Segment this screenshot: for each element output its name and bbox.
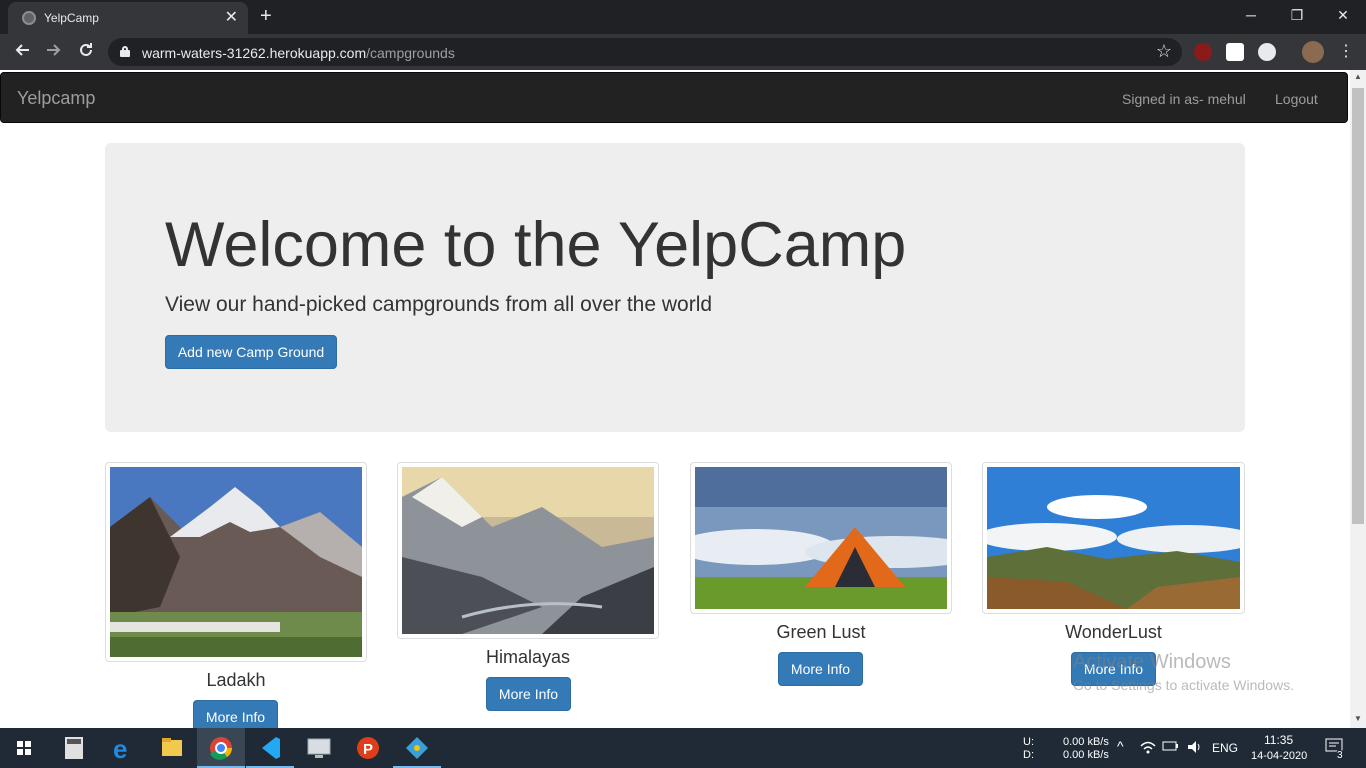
campground-thumbnail[interactable] xyxy=(397,462,659,639)
campground-name: Himalayas xyxy=(485,647,571,667)
more-info-button[interactable]: More Info xyxy=(193,700,278,728)
scrollbar-thumb[interactable] xyxy=(1352,88,1364,524)
page-subtitle: View our hand-picked campgrounds from al… xyxy=(165,293,713,316)
extension-icon[interactable] xyxy=(1226,43,1244,61)
tab-title: YelpCamp xyxy=(44,11,99,25)
url-text: warm-waters-31262.herokuapp.com/campgrou… xyxy=(142,45,455,61)
reload-icon[interactable] xyxy=(74,40,98,64)
campground-thumbnail[interactable] xyxy=(982,462,1245,614)
address-bar[interactable]: warm-waters-31262.herokuapp.com/campgrou… xyxy=(108,38,1182,66)
calculator-icon[interactable] xyxy=(50,728,98,768)
scroll-up-icon[interactable]: ▲ xyxy=(1354,72,1362,81)
postman-icon[interactable]: P xyxy=(344,728,392,768)
windows-taskbar: e P U: D: 0.00 kB/s 0.00 kB/s ^ ENG 11:3… xyxy=(0,728,1366,768)
campground-thumbnail[interactable] xyxy=(105,462,367,662)
chevron-up-icon[interactable]: ^ xyxy=(1117,738,1124,754)
ublock-extension-icon[interactable] xyxy=(1194,43,1212,61)
remote-desktop-icon[interactable] xyxy=(295,728,343,768)
clock-date[interactable]: 14-04-2020 xyxy=(1251,750,1307,762)
page-title: Welcome to the YelpCamp xyxy=(165,210,907,280)
clock-time[interactable]: 11:35 xyxy=(1264,733,1293,747)
svg-text:P: P xyxy=(363,741,373,758)
restore-button[interactable]: ❐ xyxy=(1274,4,1320,28)
file-explorer-icon[interactable] xyxy=(148,728,196,768)
volume-icon[interactable] xyxy=(1187,740,1203,757)
close-window-button[interactable]: ✕ xyxy=(1320,4,1366,28)
activate-windows-subtitle: Go to Settings to activate Windows. xyxy=(1073,677,1294,693)
tab-close-icon[interactable]: ✕ xyxy=(225,8,238,28)
wifi-icon[interactable] xyxy=(1140,740,1156,757)
profile-avatar[interactable] xyxy=(1302,41,1324,63)
site-navbar: Yelpcamp Signed in as- mehul Logout xyxy=(0,72,1348,123)
battery-icon[interactable] xyxy=(1162,740,1180,755)
extension-icon-2[interactable] xyxy=(1258,43,1276,61)
activate-windows-title: Activate Windows xyxy=(1073,651,1231,673)
more-info-button[interactable]: More Info xyxy=(778,652,863,686)
notification-count: 3 xyxy=(1335,750,1345,761)
site-brand[interactable]: Yelpcamp xyxy=(17,88,95,109)
git-icon[interactable] xyxy=(393,728,441,768)
page-viewport: Yelpcamp Signed in as- mehul Logout Welc… xyxy=(0,70,1350,728)
net-down-speed: 0.00 kB/s xyxy=(1063,749,1109,761)
net-up-speed: 0.00 kB/s xyxy=(1063,736,1109,748)
globe-icon xyxy=(22,11,36,25)
campground-image xyxy=(987,467,1240,609)
campground-name: WonderLust xyxy=(1065,622,1162,642)
edge-browser-icon[interactable]: e xyxy=(99,728,147,768)
jumbotron: Welcome to the YelpCamp View our hand-pi… xyxy=(105,143,1245,432)
campground-thumbnail[interactable] xyxy=(690,462,952,614)
campground-name: Ladakh xyxy=(206,670,266,690)
campground-name: Green Lust xyxy=(776,622,866,642)
more-menu-icon[interactable]: ⋮ xyxy=(1334,40,1358,64)
campground-image xyxy=(110,467,362,657)
windows-start-icon[interactable] xyxy=(0,728,48,768)
bookmark-star-icon[interactable]: ☆ xyxy=(1156,41,1172,62)
browser-tab[interactable]: YelpCamp ✕ xyxy=(8,2,248,34)
scroll-down-icon[interactable]: ▼ xyxy=(1354,714,1362,723)
browser-tabstrip: YelpCamp ✕ + ─ ❐ ✕ xyxy=(0,0,1366,34)
svg-text:e: e xyxy=(113,734,127,764)
campground-image xyxy=(402,467,654,634)
minimize-button[interactable]: ─ xyxy=(1228,4,1274,28)
back-arrow-icon[interactable] xyxy=(10,40,34,64)
more-info-button[interactable]: More Info xyxy=(486,677,571,711)
signed-in-label[interactable]: Signed in as- mehul xyxy=(1122,91,1246,107)
forward-arrow-icon[interactable] xyxy=(42,40,66,64)
campground-image xyxy=(695,467,947,609)
net-down-label: D: xyxy=(1023,749,1034,761)
chrome-icon[interactable] xyxy=(197,728,245,768)
language-indicator[interactable]: ENG xyxy=(1212,741,1238,755)
logout-link[interactable]: Logout xyxy=(1275,91,1318,107)
page-scrollbar[interactable]: ▲ ▼ xyxy=(1350,70,1366,728)
add-campground-button[interactable]: Add new Camp Ground xyxy=(165,335,337,369)
lock-icon[interactable] xyxy=(120,46,130,57)
browser-toolbar: warm-waters-31262.herokuapp.com/campgrou… xyxy=(0,34,1366,70)
new-tab-button[interactable]: + xyxy=(260,5,272,27)
vscode-icon[interactable] xyxy=(246,728,294,768)
net-up-label: U: xyxy=(1023,736,1034,748)
